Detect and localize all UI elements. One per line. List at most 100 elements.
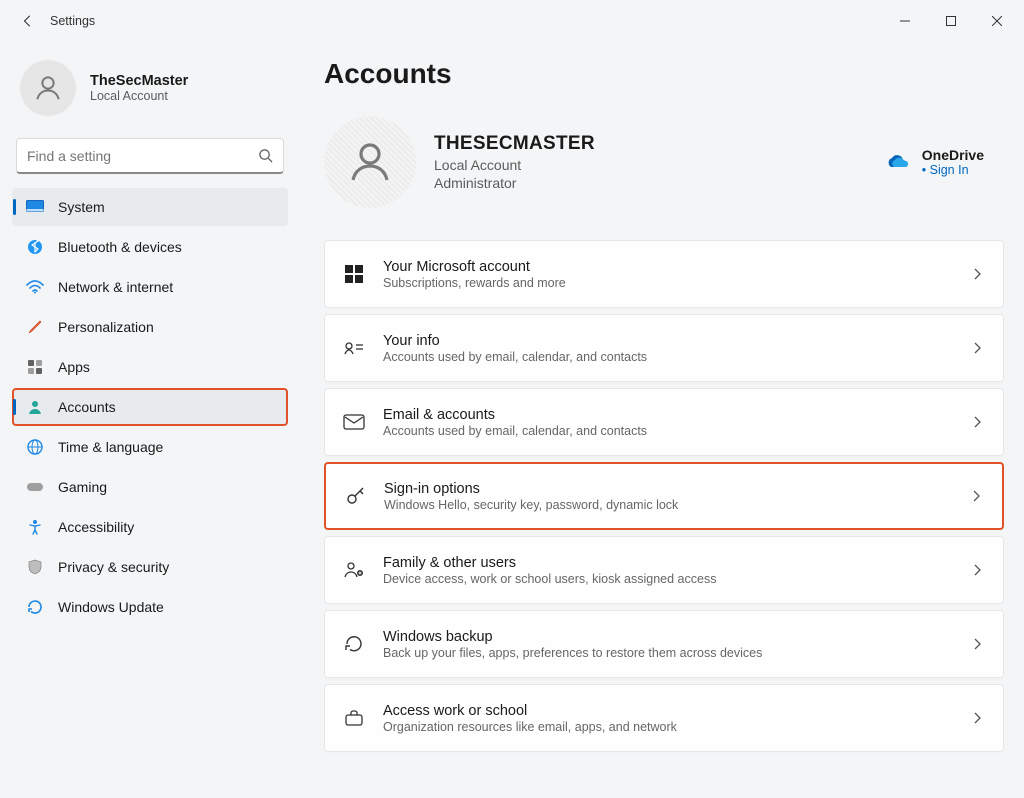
card-microsoft-account[interactable]: Your Microsoft account Subscriptions, re…	[324, 240, 1004, 308]
card-title: Your Microsoft account	[383, 259, 955, 275]
nav-update[interactable]: Windows Update	[12, 588, 288, 626]
card-title: Your info	[383, 333, 955, 349]
nav-label: Windows Update	[58, 599, 164, 615]
person-icon	[26, 398, 44, 416]
back-button[interactable]	[12, 5, 44, 37]
nav-label: Bluetooth & devices	[58, 239, 182, 255]
page-title: Accounts	[324, 58, 1004, 90]
card-work-school[interactable]: Access work or school Organization resou…	[324, 684, 1004, 752]
maximize-button[interactable]	[928, 5, 974, 37]
card-title: Access work or school	[383, 703, 955, 719]
nav: System Bluetooth & devices Network & int…	[12, 188, 288, 626]
chevron-right-icon	[973, 342, 981, 354]
card-title: Family & other users	[383, 555, 955, 571]
microsoft-icon	[343, 263, 365, 285]
card-sub: Organization resources like email, apps,…	[383, 720, 955, 734]
chevron-right-icon	[973, 564, 981, 576]
onedrive-block[interactable]: OneDrive Sign In	[884, 147, 1004, 177]
chevron-right-icon	[973, 712, 981, 724]
nav-label: Personalization	[58, 319, 154, 335]
briefcase-icon	[343, 707, 365, 729]
chevron-right-icon	[973, 268, 981, 280]
avatar	[20, 60, 76, 116]
onedrive-signin-link[interactable]: Sign In	[922, 163, 984, 177]
nav-apps[interactable]: Apps	[12, 348, 288, 386]
nav-system[interactable]: System	[12, 188, 288, 226]
display-icon	[26, 198, 44, 216]
nav-label: Apps	[58, 359, 90, 375]
search-icon	[258, 148, 273, 163]
account-role: Administrator	[434, 175, 595, 191]
nav-bluetooth[interactable]: Bluetooth & devices	[12, 228, 288, 266]
backup-icon	[343, 633, 365, 655]
chevron-right-icon	[973, 638, 981, 650]
minimize-icon	[900, 16, 910, 26]
card-sub: Windows Hello, security key, password, d…	[384, 498, 954, 512]
card-email-accounts[interactable]: Email & accounts Accounts used by email,…	[324, 388, 1004, 456]
card-windows-backup[interactable]: Windows backup Back up your files, apps,…	[324, 610, 1004, 678]
wifi-icon	[26, 278, 44, 296]
nav-accessibility[interactable]: Accessibility	[12, 508, 288, 546]
mail-icon	[343, 411, 365, 433]
update-icon	[26, 598, 44, 616]
nav-label: Network & internet	[58, 279, 173, 295]
account-header: THESECMASTER Local Account Administrator…	[324, 116, 1004, 208]
settings-cards: Your Microsoft account Subscriptions, re…	[324, 240, 1004, 752]
close-button[interactable]	[974, 5, 1020, 37]
paintbrush-icon	[26, 318, 44, 336]
search-box[interactable]	[16, 138, 284, 174]
onedrive-icon	[884, 153, 910, 171]
person-icon	[346, 138, 394, 186]
avatar-large[interactable]	[324, 116, 416, 208]
people-icon	[343, 559, 365, 581]
card-sub: Subscriptions, rewards and more	[383, 276, 955, 290]
chevron-right-icon	[973, 416, 981, 428]
card-sub: Back up your files, apps, preferences to…	[383, 646, 955, 660]
card-title: Email & accounts	[383, 407, 955, 423]
profile-block[interactable]: TheSecMaster Local Account	[12, 52, 288, 132]
card-sub: Device access, work or school users, kio…	[383, 572, 955, 586]
arrow-left-icon	[21, 14, 35, 28]
nav-time[interactable]: Time & language	[12, 428, 288, 466]
window-title: Settings	[50, 14, 95, 28]
minimize-button[interactable]	[882, 5, 928, 37]
titlebar: Settings	[0, 0, 1024, 42]
profile-sub: Local Account	[90, 89, 188, 103]
card-sub: Accounts used by email, calendar, and co…	[383, 424, 955, 438]
card-signin-options[interactable]: Sign-in options Windows Hello, security …	[324, 462, 1004, 530]
nav-accounts[interactable]: Accounts	[12, 388, 288, 426]
card-title: Sign-in options	[384, 481, 954, 497]
nav-privacy[interactable]: Privacy & security	[12, 548, 288, 586]
nav-label: Privacy & security	[58, 559, 169, 575]
globe-icon	[26, 438, 44, 456]
onedrive-label: OneDrive	[922, 147, 984, 163]
profile-name: TheSecMaster	[90, 73, 188, 89]
apps-icon	[26, 358, 44, 376]
id-icon	[343, 337, 365, 359]
account-name: THESECMASTER	[434, 133, 595, 155]
nav-label: Time & language	[58, 439, 163, 455]
nav-label: Accessibility	[58, 519, 134, 535]
bluetooth-icon	[26, 238, 44, 256]
card-your-info[interactable]: Your info Accounts used by email, calend…	[324, 314, 1004, 382]
sidebar: TheSecMaster Local Account System Blueto…	[0, 42, 300, 798]
search-input[interactable]	[27, 148, 258, 164]
maximize-icon	[946, 16, 956, 26]
chevron-right-icon	[972, 490, 980, 502]
nav-label: Accounts	[58, 399, 116, 415]
card-title: Windows backup	[383, 629, 955, 645]
accessibility-icon	[26, 518, 44, 536]
shield-icon	[26, 558, 44, 576]
close-icon	[992, 16, 1002, 26]
card-sub: Accounts used by email, calendar, and co…	[383, 350, 955, 364]
content: Accounts THESECMASTER Local Account Admi…	[300, 42, 1024, 798]
person-icon	[33, 73, 63, 103]
nav-label: System	[58, 199, 105, 215]
nav-network[interactable]: Network & internet	[12, 268, 288, 306]
gamepad-icon	[26, 478, 44, 496]
account-type: Local Account	[434, 157, 595, 173]
window-controls	[882, 5, 1020, 37]
nav-gaming[interactable]: Gaming	[12, 468, 288, 506]
nav-personalization[interactable]: Personalization	[12, 308, 288, 346]
card-family-users[interactable]: Family & other users Device access, work…	[324, 536, 1004, 604]
